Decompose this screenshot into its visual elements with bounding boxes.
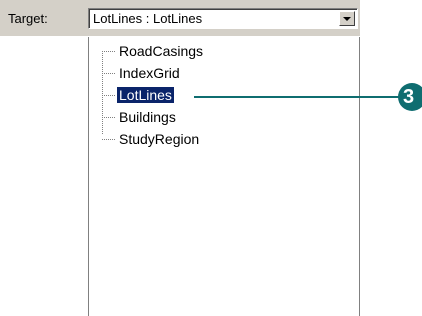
layer-item-buildings[interactable]: Buildings [102,108,302,126]
layer-item-label: LotLines [116,86,175,104]
layer-item-label: IndexGrid [119,65,180,81]
target-layer-dropdown[interactable]: LotLines : LotLines [88,8,358,29]
target-layer-value: LotLines : LotLines [93,11,203,26]
tree-branch-line [102,139,115,140]
layer-item-lotlines[interactable]: LotLines [102,86,302,104]
layer-item-label: StudyRegion [119,131,200,147]
layer-tree: RoadCasings IndexGrid LotLines Buildings… [89,37,359,316]
callout-step-badge: 3 [398,83,422,111]
tree-branch-line [102,51,115,52]
dropdown-button[interactable] [339,11,355,26]
editor-toolbar: Target: LotLines : LotLines [0,0,422,36]
layer-item-roadcasings[interactable]: RoadCasings [102,42,302,60]
callout-leader-line [194,96,406,98]
target-label: Target: [8,11,48,26]
layer-item-studyregion[interactable]: StudyRegion [102,130,302,148]
tree-branch-line [102,73,115,74]
tree-branch-line [102,117,115,118]
chevron-down-icon [343,17,351,21]
layer-item-label: RoadCasings [119,43,204,59]
tree-branch-line [102,95,115,96]
layer-item-indexgrid[interactable]: IndexGrid [102,64,302,82]
target-layer-list[interactable]: RoadCasings IndexGrid LotLines Buildings… [88,37,360,316]
callout-number: 3 [403,86,415,108]
layer-item-label: Buildings [119,109,176,125]
